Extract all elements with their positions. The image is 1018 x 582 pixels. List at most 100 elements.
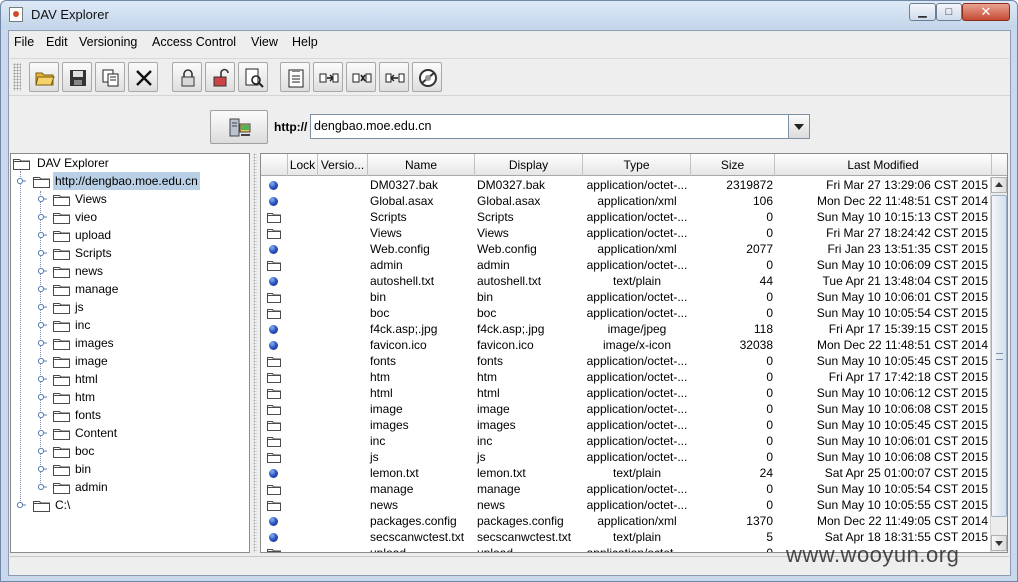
tree-expand-handle[interactable] [37, 302, 47, 312]
copy-button[interactable] [95, 62, 125, 92]
cell-type: application/octet-... [583, 545, 691, 552]
maximize-button[interactable]: □ [936, 3, 962, 21]
tree-expand-handle[interactable] [37, 194, 47, 204]
split-pane-divider[interactable] [251, 153, 259, 553]
table-row[interactable]: DM0327.bak DM0327.bak application/octet-..… [261, 177, 990, 193]
properties-button[interactable] [280, 62, 310, 92]
lock-button[interactable] [172, 62, 202, 92]
table-row[interactable]: js js application/octet-... 0 Sun May 10 10:… [261, 449, 990, 465]
folder-icon [53, 393, 70, 404]
column-header-display[interactable]: Display [475, 154, 583, 176]
table-row[interactable]: Scripts Scripts application/octet-... 0 Sun … [261, 209, 990, 225]
tree-expand-handle[interactable] [37, 284, 47, 294]
find-icon [245, 68, 264, 88]
menu-file[interactable]: File [14, 35, 34, 49]
toolbar-grip[interactable] [13, 63, 21, 91]
table-row[interactable]: Views Views application/octet-... 0 Fri Mar … [261, 225, 990, 241]
tree-node-label: html [75, 372, 98, 386]
tree-expand-handle[interactable] [16, 500, 26, 510]
delete-button[interactable] [128, 62, 158, 92]
table-row[interactable]: packages.config packages.config applicatio… [261, 513, 990, 529]
column-header-lock[interactable]: Lock [288, 154, 318, 176]
title-bar[interactable]: DAV Explorer ▁ □ ✕ [1, 1, 1017, 29]
cell-display: news [477, 498, 506, 512]
table-row[interactable]: news news application/octet-... 0 Sun May 10… [261, 497, 990, 513]
table-row[interactable]: inc inc application/octet-... 0 Sun May 10 1… [261, 433, 990, 449]
table-row[interactable]: manage manage application/octet-... 0 Sun Ma… [261, 481, 990, 497]
close-button[interactable]: ✕ [962, 3, 1010, 21]
tree-expand-handle[interactable] [37, 212, 47, 222]
folder-icon [267, 261, 281, 271]
no-entry-button[interactable] [412, 62, 442, 92]
table-row[interactable]: bin bin application/octet-... 0 Sun May 10 1… [261, 289, 990, 305]
table-row[interactable]: lemon.txt lemon.txt text/plain 24 Sat Apr 25… [261, 465, 990, 481]
tree-expand-handle[interactable] [37, 230, 47, 240]
menu-view[interactable]: View [251, 35, 278, 49]
checkin-button[interactable] [379, 62, 409, 92]
open-folder-button[interactable] [29, 62, 59, 92]
tree-expand-handle[interactable] [37, 392, 47, 402]
tree-node-label: vieo [75, 210, 98, 224]
tree-expand-handle[interactable] [37, 338, 47, 348]
tree-expand-handle[interactable] [37, 446, 47, 456]
unlock-button[interactable] [205, 62, 235, 92]
column-header-version[interactable]: Versio... [318, 154, 368, 176]
folder-icon [53, 339, 70, 350]
tree-expand-handle[interactable] [37, 266, 47, 276]
tree-node-label: boc [75, 444, 95, 458]
table-row[interactable]: fonts fonts application/octet-... 0 Sun May … [261, 353, 990, 369]
column-header-type[interactable]: Type [583, 154, 691, 176]
folder-icon [267, 437, 281, 447]
menu-edit[interactable]: Edit [46, 35, 68, 49]
tree-expand-handle[interactable] [37, 356, 47, 366]
table-row[interactable]: autoshell.txt autoshell.txt text/plain 44 Tu… [261, 273, 990, 289]
tree-expand-handle[interactable] [37, 320, 47, 330]
folder-tree[interactable]: DAV Explorer http://dengbao.moe.edu.cn Vie… [10, 153, 250, 553]
cell-size: 0 [766, 354, 773, 368]
table-row[interactable]: boc boc application/octet-... 0 Sun May 10 1… [261, 305, 990, 321]
cell-type: application/octet-... [586, 226, 688, 240]
divider-grip [253, 153, 257, 553]
vertical-scrollbar[interactable] [990, 177, 1007, 552]
column-header-icon[interactable] [261, 154, 288, 176]
tree-expand-handle[interactable] [37, 428, 47, 438]
menu-versioning[interactable]: Versioning [79, 35, 137, 49]
column-header-name[interactable]: Name [368, 154, 475, 176]
server-connect-icon [229, 118, 251, 137]
table-row[interactable]: html html application/octet-... 0 Sun May 10… [261, 385, 990, 401]
save-button[interactable] [62, 62, 92, 92]
tree-expand-handle[interactable] [37, 482, 47, 492]
table-row[interactable]: images images application/octet-... 0 Sun Ma… [261, 417, 990, 433]
cell-display: boc [477, 306, 497, 320]
tree-collapse-handle[interactable] [16, 176, 26, 186]
scroll-up-arrow[interactable] [991, 177, 1007, 193]
scroll-down-arrow[interactable] [991, 535, 1007, 551]
menu-access-control[interactable]: Access Control [152, 35, 236, 49]
connect-button[interactable] [210, 110, 268, 144]
tree-expand-handle[interactable] [37, 248, 47, 258]
column-header-last-modified[interactable]: Last Modified [775, 154, 992, 176]
cell-last-modified: Mon Dec 22 11:49:05 CST 2014 [817, 514, 988, 528]
table-row[interactable]: f4ck.asp;.jpg f4ck.asp;.jpg image/jpeg 118 F… [261, 321, 990, 337]
url-dropdown-button[interactable] [789, 114, 810, 139]
table-row[interactable]: htm htm application/octet-... 0 Fri Apr 17 1… [261, 369, 990, 385]
table-row[interactable]: Global.asax Global.asax application/xml 106… [261, 193, 990, 209]
tree-expand-handle[interactable] [37, 410, 47, 420]
cell-last-modified: Fri Apr 17 17:42:18 CST 2015 [828, 370, 988, 384]
find-button[interactable] [238, 62, 268, 92]
tree-expand-handle[interactable] [37, 464, 47, 474]
checkout-button[interactable] [346, 62, 376, 92]
table-body[interactable]: DM0327.bak DM0327.bak application/octet-..… [261, 177, 990, 552]
table-row[interactable]: admin admin application/octet-... 0 Sun May … [261, 257, 990, 273]
table-row[interactable]: image image application/octet-... 0 Sun May … [261, 401, 990, 417]
column-header-size[interactable]: Size [691, 154, 775, 176]
cell-name: fonts [370, 354, 397, 368]
table-row[interactable]: favicon.ico favicon.ico image/x-icon 32038 M… [261, 337, 990, 353]
minimize-button[interactable]: ▁ [909, 3, 936, 21]
table-row[interactable]: Web.config Web.config application/xml 2077 F… [261, 241, 990, 257]
url-input[interactable]: dengbao.moe.edu.cn [310, 114, 789, 139]
version-button[interactable] [313, 62, 343, 92]
tree-expand-handle[interactable] [37, 374, 47, 384]
menu-help[interactable]: Help [292, 35, 318, 49]
scroll-thumb[interactable] [991, 195, 1007, 517]
